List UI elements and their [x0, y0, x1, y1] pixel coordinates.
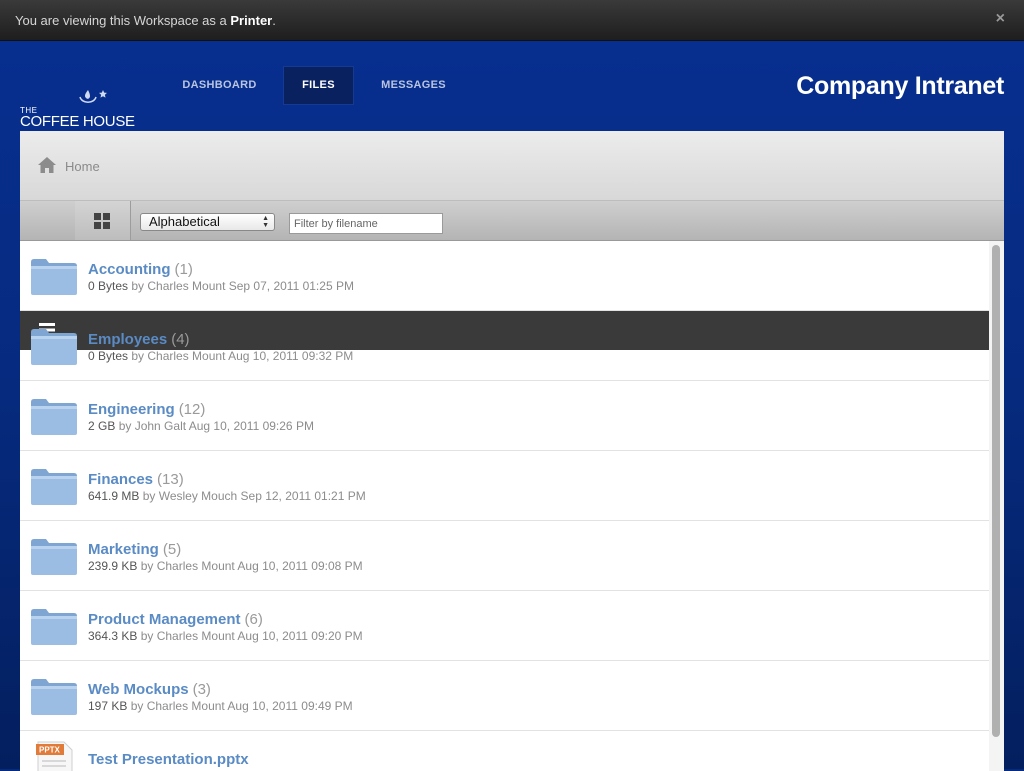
item-size: 641.9 MB	[88, 489, 140, 503]
coffee-drop-logo-icon	[79, 90, 107, 103]
item-author-date: by Wesley Mouch Sep 12, 2011 01:21 PM	[139, 489, 366, 503]
files-toolbar: Alphabetical ▲ ▼	[20, 201, 1004, 350]
file-list-scrollbar[interactable]	[989, 241, 1004, 771]
item-count: (4)	[171, 331, 190, 348]
item-author-date: by Charles Mount Aug 10, 2011 09:08 PM	[137, 559, 363, 573]
breadcrumb: Home	[20, 131, 1004, 201]
folder-icon	[31, 609, 77, 645]
folder-icon	[31, 539, 77, 575]
list-item[interactable]: Employees (4) 0 Bytes by Charles Mount Au…	[20, 311, 989, 381]
close-icon[interactable]: ×	[996, 10, 1005, 28]
logo-name-text: COFFEE HOUSE	[20, 113, 135, 130]
item-size: 364.3 KB	[88, 629, 138, 643]
item-name[interactable]: Finances (13)	[88, 471, 184, 488]
list-item[interactable]: Web Mockups (3) 197 KB by Charles Mount A…	[20, 661, 989, 731]
folder-icon	[31, 259, 77, 295]
list-item[interactable]: Product Management (6) 364.3 KB by Charle…	[20, 591, 989, 661]
filter-input[interactable]	[289, 213, 443, 234]
item-name-text[interactable]: Accounting	[88, 261, 171, 278]
folder-icon	[31, 399, 77, 435]
item-count: (6)	[244, 611, 263, 628]
nav-dashboard[interactable]: DASHBOARD	[166, 66, 273, 105]
item-meta: 0 Bytes by Charles Mount Sep 07, 2011 01…	[88, 279, 354, 293]
list-item[interactable]: Marketing (5) 239.9 KB by Charles Mount A…	[20, 521, 989, 591]
item-count: (1)	[174, 261, 193, 278]
folder-icon	[31, 329, 77, 365]
item-name-text[interactable]: Test Presentation.pptx	[88, 751, 249, 768]
grid-view-icon	[94, 213, 110, 229]
folder-icon	[31, 679, 77, 715]
files-panel: Home Alphabetical ▲ ▼ Filter by filename…	[20, 131, 1004, 771]
item-meta: 641.9 MB by Wesley Mouch Sep 12, 2011 01…	[88, 489, 366, 503]
item-name[interactable]: Web Mockups (3)	[88, 681, 211, 698]
pptx-file-icon: PPTX	[36, 741, 73, 771]
item-name[interactable]: Marketing (5)	[88, 541, 181, 558]
workspace-notice-bar: You are viewing this Workspace as a Prin…	[0, 0, 1024, 41]
item-author-date: by Charles Mount Aug 10, 2011 09:49 PM	[127, 699, 353, 713]
notice-role: Printer	[230, 13, 273, 28]
item-name-text[interactable]: Web Mockups	[88, 681, 189, 698]
item-meta: 239.9 KB by Charles Mount Aug 10, 2011 0…	[88, 559, 363, 573]
workspace-notice-message: You are viewing this Workspace as a Prin…	[15, 13, 276, 28]
item-meta: 0 Bytes by Charles Mount Aug 10, 2011 09…	[88, 349, 353, 363]
item-name-text[interactable]: Marketing	[88, 541, 159, 558]
home-icon[interactable]	[37, 156, 57, 174]
notice-period: .	[272, 13, 276, 28]
notice-prefix: You are viewing this Workspace as a	[15, 13, 231, 28]
item-count: (12)	[178, 401, 206, 418]
item-author-date: by John Galt Aug 10, 2011 09:26 PM	[115, 419, 314, 433]
breadcrumb-home[interactable]: Home	[65, 159, 100, 174]
nav-messages[interactable]: MESSAGES	[365, 66, 462, 105]
nav-files[interactable]: FILES	[283, 66, 354, 105]
list-item[interactable]: Engineering (12) 2 GB by John Galt Aug 10…	[20, 381, 989, 451]
item-meta: 364.3 KB by Charles Mount Aug 10, 2011 0…	[88, 629, 363, 643]
scrollbar-thumb[interactable]	[992, 245, 1000, 737]
pptx-badge-text: PPTX	[39, 746, 61, 755]
item-author-date: by Charles Mount Aug 10, 2011 09:20 PM	[137, 629, 363, 643]
item-size: 239.9 KB	[88, 559, 138, 573]
sort-select-value: Alphabetical	[149, 214, 220, 229]
item-count: (13)	[157, 471, 184, 488]
item-name[interactable]: Engineering (12)	[88, 401, 205, 418]
item-count: (3)	[192, 681, 211, 698]
item-name-text[interactable]: Employees	[88, 331, 167, 348]
list-item[interactable]: PPTX Test Presentation.pptx	[20, 731, 989, 771]
item-name[interactable]: Employees (4)	[88, 331, 190, 348]
list-item[interactable]: Finances (13) 641.9 MB by Wesley Mouch Se…	[20, 451, 989, 521]
item-size: 0 Bytes	[88, 349, 129, 363]
select-arrows-icon: ▲ ▼	[262, 215, 269, 229]
item-name[interactable]: Accounting (1)	[88, 261, 193, 278]
item-size: 0 Bytes	[88, 279, 129, 293]
item-size: 2 GB	[88, 419, 116, 433]
item-meta: 197 KB by Charles Mount Aug 10, 2011 09:…	[88, 699, 353, 713]
item-name-text[interactable]: Engineering	[88, 401, 175, 418]
folder-icon	[31, 469, 77, 505]
item-name-text[interactable]: Finances	[88, 471, 153, 488]
item-count: (5)	[162, 541, 182, 558]
workspace-title: Company Intranet	[796, 72, 1004, 100]
company-logo[interactable]: THE COFFEE HOUSE	[20, 63, 140, 130]
grid-view-button[interactable]	[75, 201, 131, 240]
list-item[interactable]: Accounting (1) 0 Bytes by Charles Mount S…	[20, 241, 989, 311]
item-name[interactable]: Test Presentation.pptx	[88, 751, 249, 768]
item-author-date: by Charles Mount Sep 07, 2011 01:25 PM	[128, 279, 354, 293]
sort-select[interactable]: Alphabetical ▲ ▼	[140, 213, 275, 231]
file-list: Accounting (1) 0 Bytes by Charles Mount S…	[20, 241, 989, 771]
item-name[interactable]: Product Management (6)	[88, 611, 263, 628]
item-author-date: by Charles Mount Aug 10, 2011 09:32 PM	[128, 349, 354, 363]
item-size: 197 KB	[88, 699, 128, 713]
item-meta: 2 GB by John Galt Aug 10, 2011 09:26 PM	[88, 419, 314, 433]
item-name-text[interactable]: Product Management	[88, 611, 241, 628]
